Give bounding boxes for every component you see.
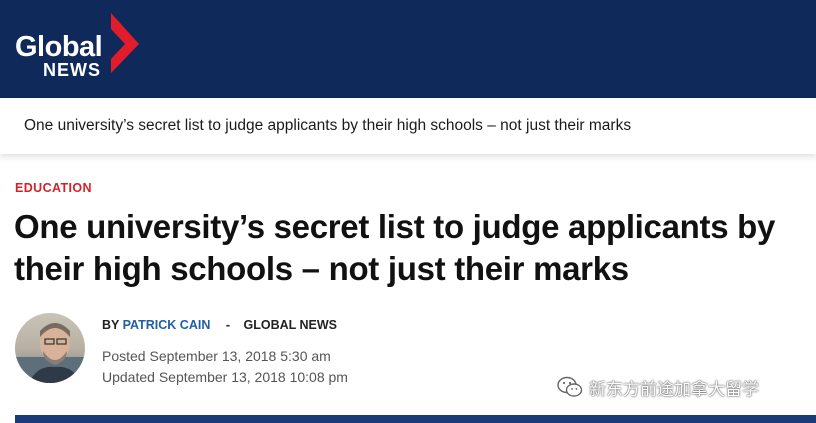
byline-separator: - (225, 318, 231, 332)
wechat-icon (557, 376, 583, 397)
logo-arrow-icon (111, 13, 139, 73)
posted-date: Posted September 13, 2018 5:30 am (102, 348, 331, 364)
article-dates: Posted September 13, 2018 5:30 am Update… (102, 346, 348, 388)
logo-wordmark: Global (15, 31, 103, 63)
byline-source: GLOBAL NEWS (243, 318, 338, 332)
author-link[interactable]: PATRICK CAIN (123, 318, 211, 332)
logo-subtitle: NEWS (43, 60, 101, 80)
site-header: Global NEWS (0, 0, 816, 98)
article-headline: One university’s secret list to judge ap… (14, 208, 776, 287)
updated-date: Updated September 13, 2018 10:08 pm (102, 369, 348, 385)
section-divider (15, 415, 816, 423)
sticky-title-bar: One university’s secret list to judge ap… (0, 98, 816, 154)
byline: BY PATRICK CAIN - GLOBAL NEWS (102, 318, 337, 332)
author-avatar[interactable] (15, 313, 85, 383)
global-news-logo[interactable]: Global NEWS (15, 13, 140, 83)
wechat-watermark: 新东方前途加拿大留学 (557, 374, 759, 400)
watermark-text: 新东方前途加拿大留学 (589, 379, 759, 400)
sticky-title: One university’s secret list to judge ap… (24, 117, 632, 134)
category-link[interactable]: EDUCATION (15, 181, 92, 195)
byline-prefix: BY (102, 318, 120, 332)
author-photo (15, 313, 85, 383)
